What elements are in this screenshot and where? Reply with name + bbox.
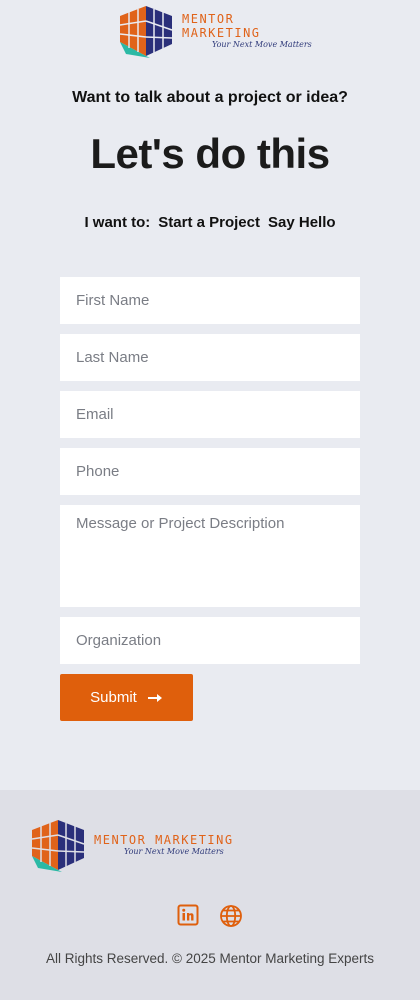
copyright-text: All Rights Reserved. © 2025 Mentor Marke… xyxy=(45,951,375,966)
intent-option-start-project[interactable]: Start a Project xyxy=(158,214,260,231)
intent-selector: I want to: Start a Project Say Hello xyxy=(0,214,420,231)
phone-field[interactable] xyxy=(60,448,360,495)
first-name-field[interactable] xyxy=(60,277,360,324)
header-logo[interactable]: MENTOR MARKETING Your Next Move Matters xyxy=(116,4,316,58)
message-field[interactable] xyxy=(60,505,360,607)
hero-subtitle: Want to talk about a project or idea? xyxy=(72,89,348,106)
organization-field[interactable] xyxy=(60,617,360,664)
globe-icon[interactable] xyxy=(219,904,243,928)
linkedin-icon[interactable] xyxy=(177,904,199,928)
footer-logo[interactable]: MENTOR MARKETING Your Next Move Matters xyxy=(28,818,234,872)
rubiks-cube-logo-icon xyxy=(119,6,173,58)
footer: MENTOR MARKETING Your Next Move Matters … xyxy=(0,790,420,1000)
email-field[interactable] xyxy=(60,391,360,438)
submit-button[interactable]: Submit xyxy=(60,674,193,721)
hero-headline: Let's do this xyxy=(90,130,330,177)
brand-name: MENTOR MARKETING xyxy=(182,12,261,40)
contact-section: MENTOR MARKETING Your Next Move Matters … xyxy=(0,0,420,790)
rubiks-cube-logo-icon xyxy=(31,820,85,872)
intent-label: I want to: xyxy=(84,214,151,231)
last-name-field[interactable] xyxy=(60,334,360,381)
footer-brand-tagline: Your Next Move Matters xyxy=(124,847,224,856)
contact-form xyxy=(60,277,360,674)
submit-label: Submit xyxy=(90,689,137,706)
brand-tagline: Your Next Move Matters xyxy=(212,40,312,49)
intent-option-say-hello[interactable]: Say Hello xyxy=(268,214,336,231)
social-links xyxy=(0,904,420,928)
arrow-right-icon xyxy=(147,693,162,702)
footer-brand-name: MENTOR MARKETING xyxy=(94,833,234,847)
